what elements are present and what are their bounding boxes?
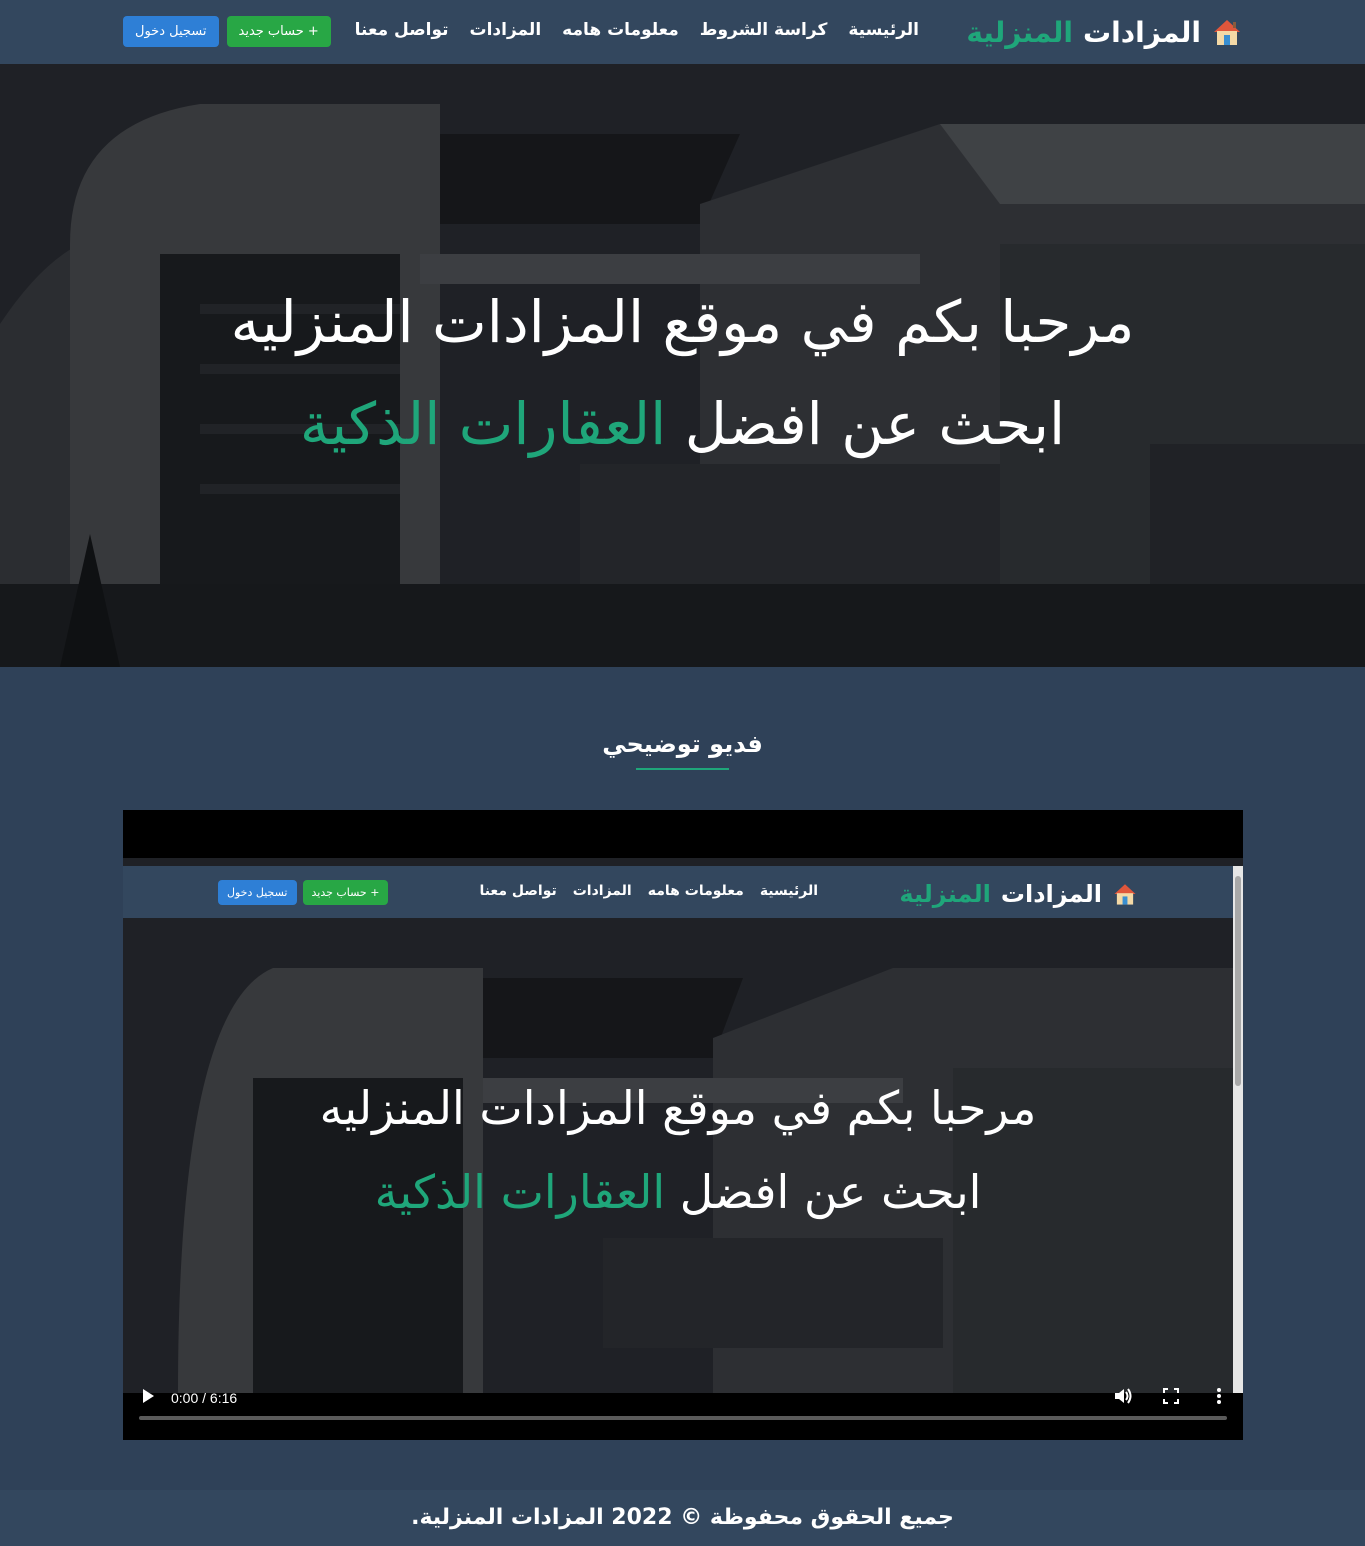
video-preview-line-1: مرحبا بكم في موقع المزادات المنزليه	[319, 1081, 1037, 1135]
video-title-text: فديو توضيحي	[602, 730, 763, 758]
video-preview-nav-item: الرئيسية	[759, 883, 818, 899]
nav-item-contact[interactable]: تواصل معنا	[355, 20, 449, 40]
video-preview-scroll-thumb	[1235, 876, 1241, 1086]
volume-icon[interactable]	[1113, 1386, 1133, 1406]
nav-item-auctions[interactable]: المزادات	[470, 20, 542, 40]
video-controls: 0:00 / 6:16	[123, 1380, 1243, 1440]
brand-text-accent: المنزلية	[966, 15, 1073, 49]
brand-logo[interactable]: المزادات المنزلية	[966, 12, 1243, 52]
hero-line-1: مرحبا بكم في موقع المزادات المنزليه	[230, 288, 1135, 356]
hero-line-2-prefix: ابحث عن افضل	[684, 390, 1066, 458]
main-nav: الرئيسية كراسة الشروط معلومات هامه المزا…	[355, 20, 919, 40]
title-underline	[636, 768, 729, 770]
video-preview-line-2-highlight: العقارات الذكية	[374, 1165, 666, 1219]
video-preview-navbar: المزادات المنزلية الرئيسية معلومات هامه …	[123, 866, 1233, 918]
video-preview-nav-item: المزادات	[572, 883, 632, 899]
nav-item-important-info[interactable]: معلومات هامه	[562, 20, 679, 40]
navbar: المزادات المنزلية الرئيسية كراسة الشروط …	[0, 0, 1365, 64]
video-preview-nav: الرئيسية معلومات هامه المزادات تواصل معن…	[479, 883, 818, 899]
footer-copyright: جميع الحقوق محفوظة © 2022 المزادات المنز…	[411, 1505, 954, 1530]
fullscreen-icon[interactable]	[1163, 1388, 1179, 1404]
video-preview-heading: مرحبا بكم في موقع المزادات المنزليه ابحث…	[123, 1076, 1233, 1224]
video-preview-scrollbar	[1233, 866, 1243, 1393]
house-logo-icon	[1114, 884, 1136, 905]
nav-item-terms[interactable]: كراسة الشروط	[700, 20, 828, 40]
footer: جميع الحقوق محفوظة © 2022 المزادات المنز…	[0, 1490, 1365, 1546]
video-preview-line-2-prefix: ابحث عن افضل	[679, 1165, 982, 1219]
hero-line-2: ابحث عن افضل العقارات الذكية	[0, 384, 1365, 464]
login-button[interactable]: تسجيل دخول	[123, 16, 219, 47]
video-preview-login: تسجيل دخول	[218, 880, 297, 905]
brand-text-main: المزادات	[1082, 15, 1201, 49]
house-logo-icon	[1214, 20, 1240, 45]
more-options-icon[interactable]	[1215, 1386, 1223, 1406]
hero-banner: مرحبا بكم في موقع المزادات المنزليه ابحث…	[0, 64, 1365, 667]
video-time: 0:00 / 6:16	[171, 1390, 238, 1406]
video-preview-brand-main: المزادات	[1000, 880, 1102, 908]
hero-line-2-highlight: العقارات الذكية	[299, 390, 667, 458]
video-preview-register: + حساب جديد	[302, 880, 389, 905]
video-preview-buttons: تسجيل دخول + حساب جديد	[218, 880, 389, 905]
video-frame: المزادات المنزلية الرئيسية معلومات هامه …	[123, 858, 1243, 1393]
video-preview-nav-item: تواصل معنا	[479, 883, 557, 899]
hero-heading: مرحبا بكم في موقع المزادات المنزليه ابحث…	[0, 282, 1365, 464]
video-preview-nav-item: معلومات هامه	[647, 883, 744, 899]
auth-buttons: تسجيل دخول + حساب جديد	[123, 16, 331, 47]
nav-item-home[interactable]: الرئيسية	[848, 20, 919, 40]
video-preview-brand: المزادات المنزلية	[899, 874, 1138, 914]
play-icon[interactable]	[141, 1388, 155, 1404]
register-button[interactable]: + حساب جديد	[226, 16, 331, 47]
video-section-title: فديو توضيحي	[0, 730, 1365, 770]
video-preview-brand-accent: المنزلية	[899, 880, 991, 908]
demo-video-player[interactable]: المزادات المنزلية الرئيسية معلومات هامه …	[123, 810, 1243, 1440]
video-progress-bar[interactable]	[139, 1416, 1227, 1420]
video-preview-line-2: ابحث عن افضل العقارات الذكية	[123, 1160, 1233, 1224]
